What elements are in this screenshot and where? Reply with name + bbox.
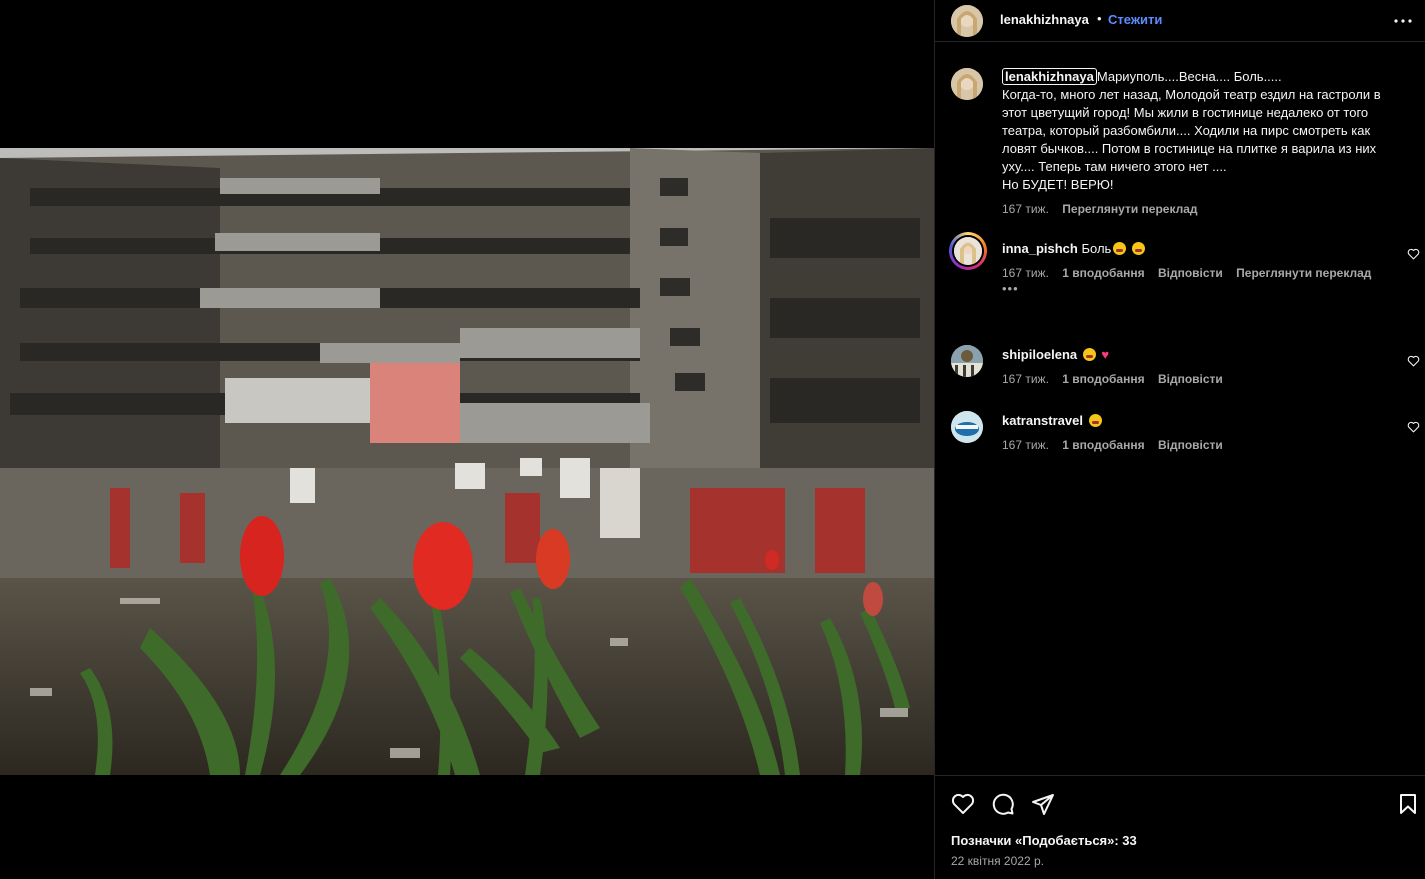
heart-icon[interactable] [1407, 248, 1420, 260]
comment-time[interactable]: 167 тиж. [1002, 438, 1049, 452]
caption-last-line: Но БУДЕТ! ВЕРЮ! [1002, 177, 1114, 192]
caption-translate-link[interactable]: Переглянути переклад [1062, 202, 1197, 216]
comment-text: inna_pishch Боль [1002, 240, 1402, 258]
avatar[interactable] [951, 411, 983, 443]
comment-username[interactable]: katranstravel [1002, 413, 1083, 428]
post-photo[interactable] [0, 148, 934, 775]
bookmark-icon[interactable] [1396, 792, 1420, 816]
comment-likes-count[interactable]: 1 вподобання [1062, 438, 1144, 452]
caption-meta: 167 тиж. Переглянути переклад [1002, 202, 1208, 216]
follow-button[interactable]: Стежити [1108, 12, 1162, 27]
heart-icon[interactable] [951, 792, 975, 816]
avatar[interactable] [951, 345, 983, 377]
comment-message: Боль [1081, 241, 1112, 256]
comment-likes-count[interactable]: 1 вподобання [1062, 266, 1144, 280]
more-horizontal-icon[interactable] [1391, 12, 1415, 30]
comment-translate-link[interactable]: Переглянути переклад [1236, 266, 1371, 280]
flushed-emoji-icon [1088, 414, 1102, 427]
post-side-panel: lenakhizhnaya • Стежити lenakhizhnaya Мар… [934, 0, 1425, 879]
avatar [954, 237, 982, 265]
caption-username[interactable]: lenakhizhnaya [1002, 68, 1097, 85]
heart-icon[interactable] [1407, 355, 1420, 367]
reply-button[interactable]: Відповісти [1158, 438, 1223, 452]
likes-count[interactable]: Позначки «Подобається»: 33 [951, 833, 1137, 848]
reply-button[interactable]: Відповісти [1158, 266, 1223, 280]
comment-text: katranstravel [1002, 412, 1402, 430]
post-actions: Позначки «Подобається»: 33 22 квітня 202… [935, 775, 1425, 879]
caption-text: lenakhizhnaya Мариуполь....Весна.... Боль… [1002, 68, 1402, 194]
comment-meta: 167 тиж. 1 вподобання Відповісти [1002, 438, 1233, 452]
comment-likes-count[interactable]: 1 вподобання [1062, 372, 1144, 386]
flushed-emoji-icon [1131, 242, 1145, 255]
caption-time[interactable]: 167 тиж. [1002, 202, 1049, 216]
avatar[interactable] [951, 5, 983, 37]
caption-body: Когда-то, много лет назад, Молодой театр… [1002, 87, 1381, 174]
separator-dot: • [1097, 11, 1102, 26]
comment-icon[interactable] [991, 792, 1015, 816]
comment-meta: 167 тиж. 1 вподобання Відповісти [1002, 372, 1233, 386]
post-author-username[interactable]: lenakhizhnaya [1000, 12, 1089, 27]
comment-time[interactable]: 167 тиж. [1002, 266, 1049, 280]
photo-destroyed-building-with-tulips [0, 148, 934, 775]
caption-line1: Мариуполь....Весна.... Боль..... [1096, 69, 1282, 84]
comment-options-icon[interactable]: ••• [1002, 281, 1019, 296]
avatar[interactable] [951, 68, 983, 100]
post-header: lenakhizhnaya • Стежити [935, 0, 1425, 42]
story-ring[interactable] [949, 232, 987, 270]
pink-heart-emoji-icon: ♥ [1101, 347, 1110, 362]
media-pane [0, 0, 934, 879]
reply-button[interactable]: Відповісти [1158, 372, 1223, 386]
post-date[interactable]: 22 квітня 2022 р. [951, 854, 1044, 868]
comment-username[interactable]: inna_pishch [1002, 241, 1078, 256]
heart-icon[interactable] [1407, 421, 1420, 433]
comment-meta: 167 тиж. 1 вподобання Відповісти Перегля… [1002, 266, 1381, 280]
comment-time[interactable]: 167 тиж. [1002, 372, 1049, 386]
comments-list: lenakhizhnaya Мариуполь....Весна.... Боль… [935, 55, 1425, 775]
comment-username[interactable]: shipiloelena [1002, 347, 1077, 362]
comment-text: shipiloelena ♥ [1002, 346, 1402, 364]
flushed-emoji-icon [1113, 242, 1127, 255]
share-icon[interactable] [1031, 792, 1055, 816]
flushed-emoji-icon [1082, 348, 1096, 361]
